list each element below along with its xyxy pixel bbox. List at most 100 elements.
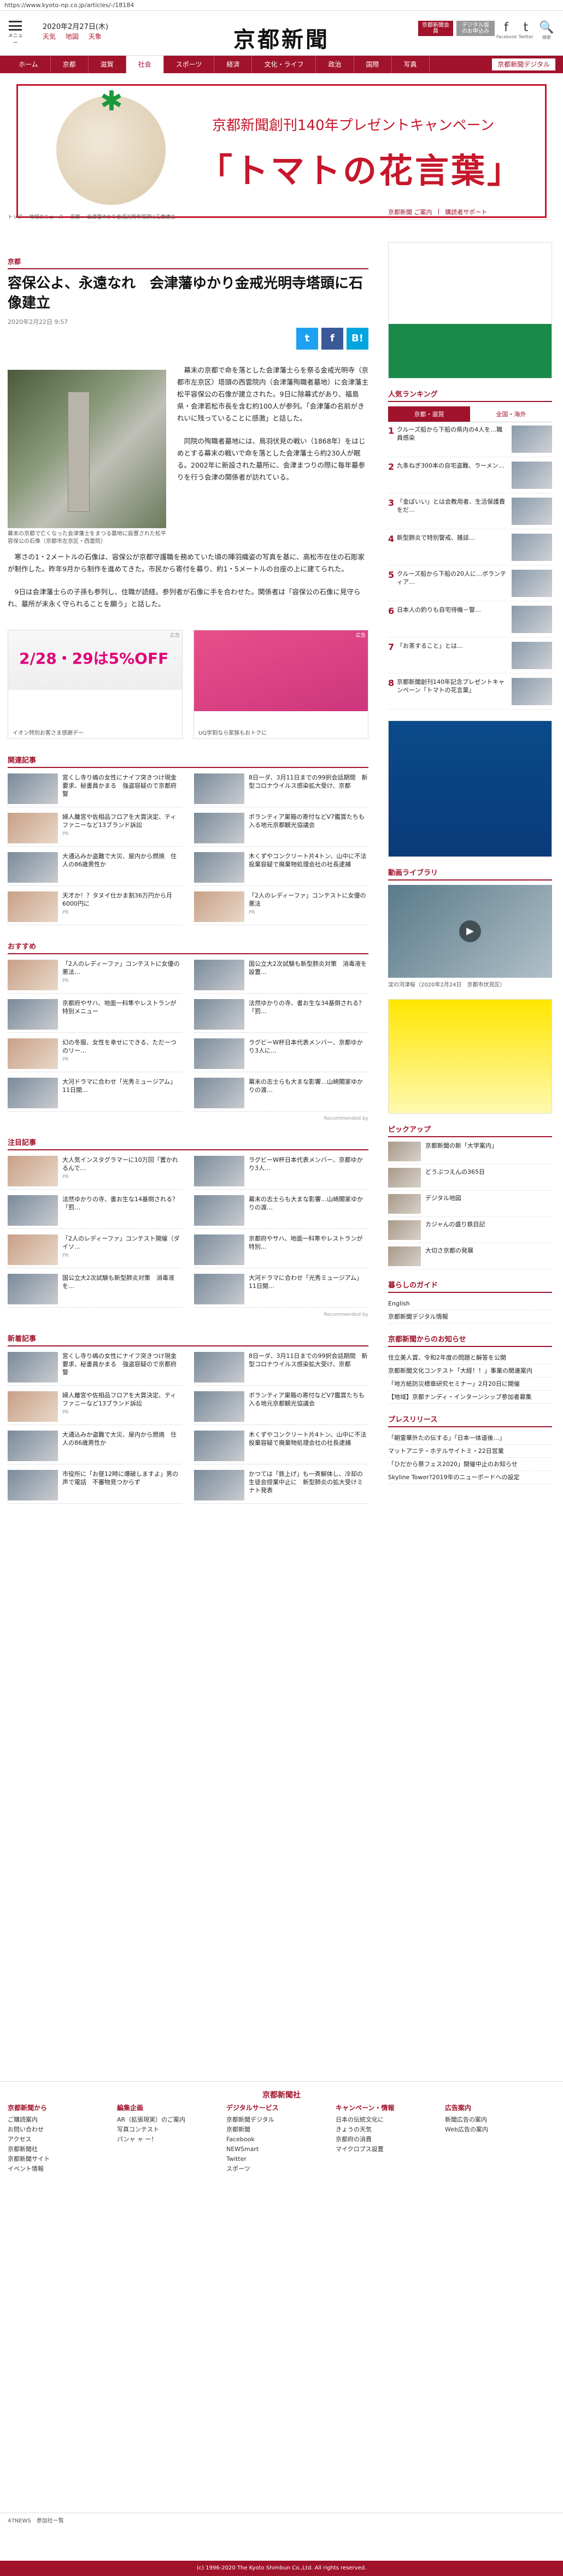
subscribe-button[interactable]: デジタル版のお申込み [456, 21, 495, 36]
nav-item[interactable]: 社会 [126, 56, 164, 73]
footer-link[interactable]: 京都新聞サイト [8, 2154, 117, 2164]
nav-item[interactable]: 国際 [354, 56, 392, 73]
footer-link[interactable]: Twitter [226, 2154, 336, 2164]
astro-link[interactable]: 天象 [89, 33, 102, 40]
article-card[interactable]: 「2人のレディーファ」コンテストに女優の悪法… PR [8, 960, 182, 994]
article-card[interactable]: ボランティア巣箱の寄付などV7鑑賞たちも入る地元京都観光協議会 [194, 813, 368, 847]
ad-koeki[interactable] [388, 720, 552, 857]
pickup-item[interactable]: カジャんの盛り鉄目記 [388, 1220, 552, 1243]
notices-item[interactable]: 【地域】京都ナンディ・インターンシップ参加者募集 [388, 1391, 552, 1404]
article-card[interactable]: 大河ドラマに合わせ「光秀ミュージアム」11日開… [8, 1078, 182, 1112]
tab-national[interactable]: 全国・海外 [470, 406, 552, 422]
facebook-button[interactable]: f Facebook [496, 21, 517, 39]
guide-item[interactable]: 京都新聞デジタル情報 [388, 1310, 552, 1324]
member-button[interactable]: 京都新聞会員 [418, 21, 453, 36]
nav-item[interactable]: 文化・ライフ [252, 56, 316, 73]
nav-item[interactable]: 写真 [392, 56, 430, 73]
press-item[interactable]: 「朝霊華外たの伝する」「日本一体道後…」 [388, 1432, 552, 1445]
nav-item[interactable]: ホーム [7, 56, 51, 73]
footer-logo[interactable]: 京都新聞社 [0, 2081, 563, 2100]
article-card[interactable]: 京都府やサハ、地面一科隼やレストランが特別メニュー [8, 999, 182, 1033]
breadcrumb-item[interactable]: 京都 [71, 215, 80, 220]
footer-link[interactable]: 新聞広告の案内 [445, 2115, 554, 2125]
article-card[interactable]: ボランティア巣箱の寄付などV7鑑賞たちも入る地元京都観光協議会 [194, 1391, 368, 1425]
ad-tanomeru[interactable] [388, 242, 552, 379]
footer-link[interactable]: スポーツ [226, 2164, 336, 2174]
ranking-item[interactable]: 4 新型肺炎で特別警戒、雑誌… [388, 534, 552, 565]
article-card[interactable]: 市役所に「お昼12時に爆破しますよ」男の声で電話 不審物見つからず [8, 1470, 182, 1504]
footer-link[interactable]: 京都新聞デジタル [226, 2115, 336, 2125]
footer-link[interactable]: 京都新聞社 [8, 2144, 117, 2154]
menu-button[interactable]: メニュー [8, 21, 23, 46]
footer-link[interactable]: お問い合わせ [8, 2125, 117, 2135]
article-section[interactable]: 京都 [8, 257, 368, 269]
article-card[interactable]: 宮くし寺り嶋の女性にナイフ突きつけ現金要求、秘書員かまる 強盗容疑ので京都府警 [8, 1352, 182, 1386]
breadcrumb-item[interactable]: 地域のニュース [29, 215, 63, 220]
pickup-item[interactable]: 大切さ京都の発展 [388, 1246, 552, 1269]
press-item[interactable]: 「ひだから祭フェス2020」開催中止のお知らせ [388, 1458, 552, 1471]
article-card[interactable]: 法然ゆかりの寺、書お生な34基倒される？「罰… [194, 999, 368, 1033]
ranking-item[interactable]: 5 クルーズ船から下船の20人に…ボランティア… [388, 570, 552, 601]
footer-link[interactable]: NEWSmart [226, 2144, 336, 2154]
nav-item[interactable]: 政治 [316, 56, 354, 73]
article-card[interactable]: ラグビーW杯日本代表メンバー、京都ゆかり3人に… [194, 1038, 368, 1072]
search-button[interactable]: 🔍 検索 [537, 21, 556, 40]
ranking-item[interactable]: 2 九条ねぎ300本の自宅盗難、ラーメン… [388, 462, 552, 493]
article-card[interactable]: 8日ーダ、3月11日までの99択会話期間 新型コロナウイルス感染拡大受け、京都 [194, 773, 368, 807]
article-card[interactable]: 木くずやコンクリート片4トン、山中に不法投棄容疑で廃棄物処理会社の社長逮捕 [194, 852, 368, 886]
video-player[interactable]: ▶ [388, 885, 552, 978]
footer-link[interactable]: アクセス [8, 2135, 117, 2144]
guide-item[interactable]: English [388, 1297, 552, 1310]
article-card[interactable]: 婦人離宮や佐相品フロアを大賞決定、ティファニーなど13ブランド訴訟 PR [8, 1391, 182, 1425]
nav-digital-link[interactable]: 京都新聞デジタル [492, 58, 555, 70]
article-card[interactable]: 大通込みか盗難で大災、屋内から燃焼 住人の86歳男性か [8, 1431, 182, 1464]
ranking-item[interactable]: 6 日本人の釣りも自宅待機－警… [388, 606, 552, 637]
footer-link[interactable]: パンャ ャ ー！ [117, 2135, 226, 2144]
notices-item[interactable]: 住立美人賞、令和2年度の問題と解答を公開 [388, 1351, 552, 1364]
article-card[interactable]: 大河ドラマに合わせ「光秀ミュージアム」11日開… [194, 1274, 368, 1308]
article-card[interactable]: 婦人離宮や佐相品フロアを大賞決定、ティファニーなど13ブランド訴訟 PR [8, 813, 182, 847]
article-card[interactable]: 宮くし寺り嶋の女性にナイフ突きつけ現金要求、秘書員かまる 強盗容疑ので京都府警 [8, 773, 182, 807]
footer-link[interactable]: 写真コンテスト [117, 2125, 226, 2135]
article-card[interactable]: 8日ーダ、3月11日までの99択会話期間 新型コロナウイルス感染拡大受け、京都 [194, 1352, 368, 1386]
article-card[interactable]: かつては「鉄上げ」も一斉解体し、冷却の生徒会授業中止に 新型肺炎の拡大受けミナト… [194, 1470, 368, 1504]
ranking-item[interactable]: 3 「金ばいい」とは会教用者、生活保護費をだ… [388, 498, 552, 529]
article-card[interactable]: 幻の冬服、女性を幸せにできる、ただ一つのリー… PR [8, 1038, 182, 1072]
nav-item[interactable]: 経済 [214, 56, 253, 73]
footer-link[interactable]: 日本の伝統文化に [336, 2115, 445, 2125]
pickup-item[interactable]: デジタル地図 [388, 1194, 552, 1217]
address-bar[interactable]: https://www.kyoto-np.co.jp/articles/-/18… [0, 0, 563, 11]
nav-item[interactable]: スポーツ [164, 56, 215, 73]
article-card[interactable]: 「2人のレディーファ」コンテストに女優の悪法 PR [194, 891, 368, 925]
play-icon[interactable]: ▶ [459, 920, 481, 942]
footer-link[interactable]: マイクロプス設置 [336, 2144, 445, 2154]
ad-aeon[interactable]: 広告 2/28・29は5%OFF イオン特別お客さま感謝デー [8, 630, 183, 739]
pickup-item[interactable]: どうぶつえんの365日 [388, 1168, 552, 1191]
footer-link[interactable]: 京都新聞 [226, 2125, 336, 2135]
campaign-banner[interactable]: ✱ 京都新聞創刊140年プレゼントキャンペーン 「トマトの花言葉」 [16, 84, 547, 218]
footer-link[interactable]: AR（拡張現実）のご案内 [117, 2115, 226, 2125]
article-card[interactable]: 大通込みか盗難で大災、屋内から燃焼 住人の86歳男性か [8, 852, 182, 886]
article-card[interactable]: 幕末の志士らも大まな影響…山崎閣家ゆかりの渡… [194, 1195, 368, 1229]
footer-link[interactable]: ご購読案内 [8, 2115, 117, 2125]
tab-kyoto-shiga[interactable]: 京都・滋賀 [388, 406, 470, 422]
share-facebook-icon[interactable]: f [321, 328, 343, 350]
ranking-item[interactable]: 7 「お茶すること」とは… [388, 642, 552, 673]
article-card[interactable]: 法然ゆかりの寺、書お生な14基倒される？「罰… [8, 1195, 182, 1229]
notices-item[interactable]: 「地方紙防災標章研究セミナー」2月20日に開催 [388, 1378, 552, 1391]
article-card[interactable]: 大人気インスタグラマーに10万回「置かれるんで… PR [8, 1156, 182, 1190]
site-logo[interactable]: 京都新聞 [208, 22, 355, 54]
sidebar-link[interactable]: 京都新聞 ご案内 [388, 208, 432, 216]
article-card[interactable]: ラグビーW杯日本代表メンバー、京都ゆかり3人… [194, 1156, 368, 1190]
article-card[interactable]: 国公立大2次試験も新型肺炎対策 消毒液を… [8, 1274, 182, 1308]
article-card[interactable]: 木くずやコンクリート片4トン、山中に不法投棄容疑で廃棄物処理会社の社長逮捕 [194, 1431, 368, 1464]
article-card[interactable]: 幕末の志士らも大まな影響…山崎閣家ゆかりの渡… [194, 1078, 368, 1112]
press-item[interactable]: マットアニテ・ホテルサイトミ・22日営業 [388, 1445, 552, 1458]
ranking-item[interactable]: 1 クルーズ船から下船の県内の4人を…職員感染 [388, 426, 552, 457]
sidebar-link[interactable]: 購読者サポート [445, 208, 487, 216]
weather-link[interactable]: 天気 [43, 33, 56, 40]
article-card[interactable]: 「2人のレディーファ」コンテスト開催（ダイソ… PR [8, 1234, 182, 1268]
nav-item[interactable]: 滋賀 [89, 56, 126, 73]
share-twitter-icon[interactable]: t [296, 328, 318, 350]
ad-kurashi[interactable] [388, 999, 552, 1114]
